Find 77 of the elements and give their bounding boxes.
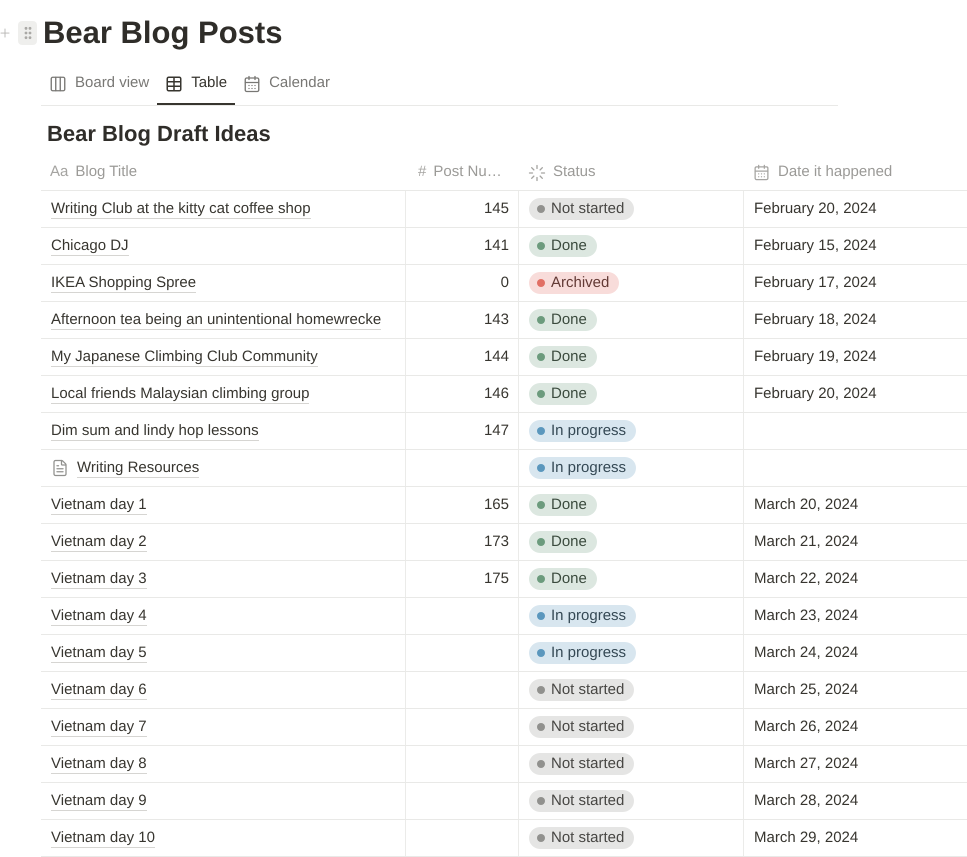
blog-title-link[interactable]: Chicago DJ [51,236,129,256]
status-tag: Done [529,494,597,516]
column-type-icon: Aa [50,161,68,184]
post-number: 0 [500,272,509,293]
column-type-icon: # [418,161,426,184]
blog-title-link[interactable]: Vietnam day 9 [51,791,147,811]
date-text: March 20, 2024 [754,494,858,515]
blog-title-link[interactable]: Vietnam day 3 [51,569,147,589]
post-number: 175 [484,568,509,589]
view-tab[interactable]: Table [157,64,236,105]
page-title: Bear Blog Posts [43,14,282,52]
drag-handle-icon[interactable] [18,21,37,45]
date-text: March 28, 2024 [754,790,858,811]
blog-title-link[interactable]: IKEA Shopping Spree [51,273,196,293]
date-text: March 22, 2024 [754,568,858,589]
blog-title-link[interactable]: Vietnam day 4 [51,606,147,626]
status-tag: Done [529,383,597,405]
post-number: 165 [484,494,509,515]
table-icon [165,74,184,92]
status-tag: Not started [529,198,634,220]
blog-title-link[interactable]: Vietnam day 7 [51,717,147,737]
date-text: February 20, 2024 [754,384,877,404]
date-text: March 26, 2024 [754,716,858,737]
date-text: February 19, 2024 [754,346,877,367]
status-tag: Not started [529,827,634,849]
status-tag: Done [529,568,597,590]
document-icon [51,459,69,477]
view-tab[interactable]: Board view [41,64,158,105]
status-tag: In progress [529,605,636,627]
status-tag: In progress [529,642,636,664]
blog-title-link[interactable]: My Japanese Climbing Club Community [51,347,318,367]
table-title: Bear Blog Draft Ideas [47,120,271,148]
status-tag: Done [529,531,597,553]
status-tag: In progress [529,457,636,479]
add-icon[interactable] [0,26,12,40]
post-number: 173 [484,532,509,552]
status-tag: Done [529,309,597,331]
calendar-icon [243,74,262,92]
status-tag: In progress [529,420,636,442]
date-text: March 29, 2024 [754,828,858,848]
loader-icon [528,164,546,182]
blog-title-link[interactable]: Vietnam day 8 [51,754,147,774]
date-text: March 23, 2024 [754,606,858,626]
post-number: 143 [484,310,509,330]
status-tag: Not started [529,753,634,775]
blog-title-link[interactable]: Writing Resources [77,458,200,478]
date-text: February 20, 2024 [754,198,877,219]
blog-title-link[interactable]: Local friends Malaysian climbing group [51,384,310,404]
post-number: 145 [484,198,509,219]
post-number: 146 [484,384,509,404]
blog-title-link[interactable]: Vietnam day 10 [51,828,155,848]
columns-icon [49,74,67,92]
status-tag: Not started [529,790,634,812]
status-tag: Archived [529,272,620,294]
blog-title-link[interactable]: Dim sum and lindy hop lessons [51,421,259,441]
blog-title-link[interactable]: Vietnam day 5 [51,643,147,663]
blog-title-link[interactable]: Vietnam day 1 [51,495,147,515]
date-text: February 18, 2024 [754,310,877,330]
date-text: March 25, 2024 [754,680,858,700]
date-text: March 21, 2024 [754,532,858,552]
date-text: March 24, 2024 [754,642,858,663]
date-text: February 17, 2024 [754,272,877,293]
status-tag: Not started [529,716,634,738]
post-number: 141 [484,236,509,256]
calendar-icon [753,164,770,181]
post-number: 144 [484,346,509,367]
blog-title-link[interactable]: Afternoon tea being an unintentional homewrecke [51,310,382,330]
view-tab[interactable]: Calendar [235,64,338,105]
status-tag: Not started [529,679,634,701]
blog-title-link[interactable]: Vietnam day 2 [51,532,147,552]
status-tag: Done [529,346,597,368]
blog-title-link[interactable]: Vietnam day 6 [51,680,147,700]
date-text: February 15, 2024 [754,236,877,256]
status-tag: Done [529,235,597,257]
post-number: 147 [484,420,509,441]
date-text: March 27, 2024 [754,754,858,774]
blog-title-link[interactable]: Writing Club at the kitty cat coffee shop [51,199,311,219]
